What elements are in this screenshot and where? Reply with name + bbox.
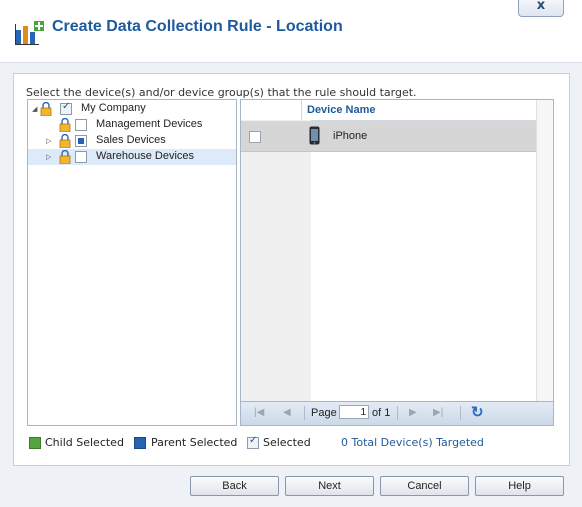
- selected-label: Selected: [263, 436, 311, 449]
- collapse-arrow-icon[interactable]: ◢: [32, 105, 37, 113]
- tree-item-warehouse-devices[interactable]: ▷ Warehouse Devices: [28, 149, 236, 165]
- phone-icon: [309, 126, 320, 145]
- column-divider: [301, 100, 302, 120]
- lock-icon: [59, 150, 71, 164]
- tree-checkbox[interactable]: [75, 135, 87, 147]
- dialog-header: Create Data Collection Rule - Location x: [0, 0, 582, 63]
- lock-icon: [59, 134, 71, 148]
- tree-item-my-company[interactable]: ◢ My Company: [28, 101, 236, 117]
- device-name-cell: iPhone: [333, 130, 368, 142]
- page-count-label: of 1: [372, 407, 391, 419]
- grid-header: Device Name: [241, 100, 553, 121]
- device-grid: Device Name iPhone |◀ ◀ Page 1 of 1 ▶ ▶|…: [240, 99, 554, 426]
- page-label: Page: [311, 407, 337, 419]
- tree-item-label: Warehouse Devices: [96, 150, 195, 162]
- tree-item-management-devices[interactable]: Management Devices: [28, 117, 236, 133]
- pager-divider: [304, 406, 305, 420]
- column-header-device-name[interactable]: Device Name: [307, 104, 376, 116]
- next-page-icon[interactable]: ▶: [409, 407, 417, 418]
- tree-checkbox[interactable]: [60, 101, 72, 115]
- refresh-icon[interactable]: ↻: [471, 403, 484, 421]
- pager-divider: [460, 406, 461, 420]
- grid-pager: |◀ ◀ Page 1 of 1 ▶ ▶| ↻: [241, 401, 553, 425]
- device-group-tree: ◢ My Company Management Devices ▷: [27, 99, 237, 426]
- grid-gutter: [241, 120, 311, 402]
- row-checkbox[interactable]: [249, 131, 261, 143]
- table-row[interactable]: iPhone: [241, 121, 537, 152]
- expand-arrow-icon[interactable]: ▷: [46, 153, 51, 161]
- tree-item-sales-devices[interactable]: ▷ Sales Devices: [28, 133, 236, 149]
- vertical-scrollbar[interactable]: [536, 100, 553, 402]
- lock-icon: [59, 118, 71, 132]
- last-page-icon[interactable]: ▶|: [433, 407, 443, 418]
- dialog-title: Create Data Collection Rule - Location: [52, 18, 343, 35]
- cancel-button[interactable]: Cancel: [380, 476, 469, 496]
- tree-checkbox[interactable]: [75, 151, 87, 163]
- lock-icon: [40, 102, 52, 116]
- tree-item-label: Management Devices: [96, 118, 203, 130]
- help-button[interactable]: Help: [475, 476, 564, 496]
- chart-rule-icon: [15, 21, 44, 45]
- close-button[interactable]: x: [518, 0, 564, 17]
- page-number-input[interactable]: 1: [339, 405, 369, 419]
- selection-legend: Child Selected Parent Selected Selected …: [27, 435, 567, 450]
- tree-item-label: Sales Devices: [96, 134, 166, 146]
- selected-swatch: [247, 435, 259, 449]
- pager-divider: [397, 406, 398, 420]
- child-selected-swatch: [29, 437, 41, 449]
- dialog-content: Select the device(s) and/or device group…: [13, 73, 570, 466]
- tree-checkbox[interactable]: [75, 119, 87, 131]
- parent-selected-swatch: [134, 437, 146, 449]
- expand-arrow-icon[interactable]: ▷: [46, 137, 51, 145]
- create-rule-dialog: Create Data Collection Rule - Location x…: [0, 0, 582, 507]
- tree-item-label: My Company: [81, 102, 146, 114]
- back-button[interactable]: Back: [190, 476, 279, 496]
- parent-selected-label: Parent Selected: [151, 436, 238, 449]
- instruction-text: Select the device(s) and/or device group…: [26, 86, 417, 99]
- total-targeted-count: 0 Total Device(s) Targeted: [341, 436, 484, 449]
- child-selected-label: Child Selected: [45, 436, 124, 449]
- previous-page-icon[interactable]: ◀: [283, 407, 291, 418]
- next-button[interactable]: Next: [285, 476, 374, 496]
- first-page-icon[interactable]: |◀: [254, 407, 264, 418]
